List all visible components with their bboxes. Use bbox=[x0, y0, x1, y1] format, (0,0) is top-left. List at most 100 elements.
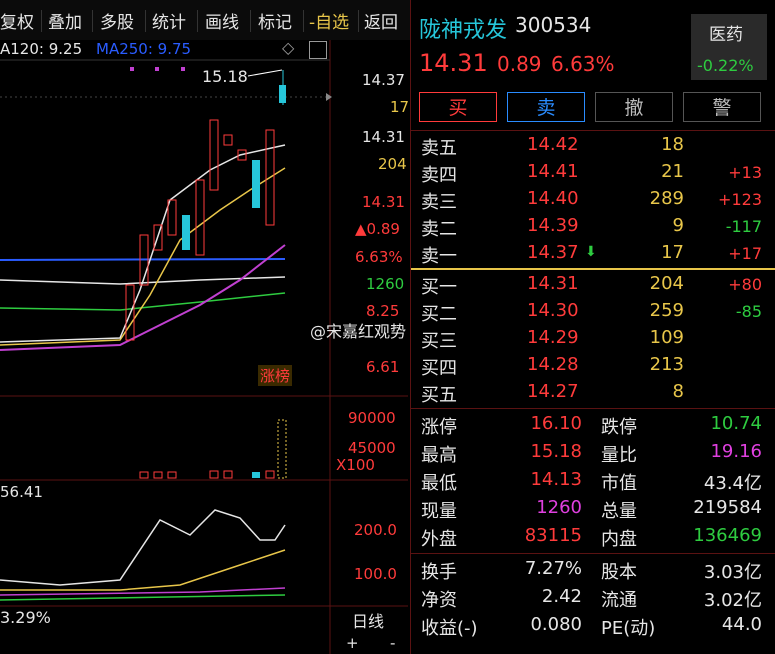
candles bbox=[125, 70, 286, 341]
order-delta: +13 bbox=[728, 163, 762, 182]
arrow-down-icon: ⬇ bbox=[585, 244, 597, 260]
order-price: 14.41 bbox=[527, 161, 579, 182]
order-row-sell2[interactable]: 卖二 14.39 9 -117 bbox=[411, 213, 775, 240]
cancel-button[interactable]: 撤 bbox=[595, 92, 673, 122]
order-row-buy1[interactable]: 买一 14.31 204 +80 bbox=[411, 271, 775, 298]
quote-panel: 陇神戎发 300534 14.31 0.89 6.63% 医药 -0.22% 买… bbox=[410, 0, 775, 654]
order-row-buy3[interactable]: 买三 14.29 109 bbox=[411, 325, 775, 352]
toolbar-stats[interactable]: 统计 bbox=[152, 8, 186, 33]
spread-divider bbox=[411, 268, 775, 270]
ma120-label: A120: 9.25 bbox=[0, 40, 83, 58]
order-row-sell5[interactable]: 卖五 14.42 18 bbox=[411, 132, 775, 159]
order-price: 14.31 bbox=[527, 273, 579, 294]
order-vol: 109 bbox=[649, 327, 684, 348]
zoom-out-button[interactable]: - bbox=[390, 634, 395, 652]
alert-button[interactable]: 警 bbox=[683, 92, 761, 122]
stat-value: 3.03亿 bbox=[703, 562, 762, 583]
order-label: 卖一 bbox=[421, 246, 457, 267]
stock-code: 300534 bbox=[515, 13, 592, 37]
order-delta: +123 bbox=[718, 190, 762, 209]
order-vol: 17 bbox=[661, 242, 684, 263]
order-vol: 18 bbox=[661, 134, 684, 155]
order-row-buy4[interactable]: 买四 14.28 213 bbox=[411, 352, 775, 379]
order-row-sell3[interactable]: 卖三 14.40 289 +123 bbox=[411, 186, 775, 213]
axis-tick-2: 6.61 bbox=[366, 358, 400, 376]
stat-label: 净资 bbox=[421, 590, 457, 611]
order-label: 卖二 bbox=[421, 219, 457, 240]
volume-axis-1: 90000 bbox=[348, 409, 396, 427]
stat-label: 流通 bbox=[601, 590, 637, 611]
stock-price: 14.31 bbox=[419, 49, 488, 77]
order-vol: 9 bbox=[672, 215, 684, 236]
stat-value: 19.16 bbox=[710, 441, 762, 462]
volume-unit: X100 bbox=[336, 456, 375, 474]
stat-value: 1260 bbox=[536, 497, 582, 518]
stat-label: 总量 bbox=[601, 501, 637, 522]
toolbar-mark[interactable]: 标记 bbox=[258, 8, 292, 33]
stat-label: 收益(-) bbox=[421, 618, 478, 639]
kline-chart bbox=[0, 40, 408, 654]
toolbar-overlay[interactable]: 叠加 bbox=[48, 8, 82, 33]
order-row-buy5[interactable]: 买五 14.27 8 bbox=[411, 379, 775, 406]
order-price: 14.27 bbox=[527, 381, 579, 402]
volume-axis-2: 45000 bbox=[348, 439, 396, 457]
stat-label: 量比 bbox=[601, 445, 637, 466]
order-delta: +17 bbox=[728, 244, 762, 263]
stat-row-outer: 外盘 83115 内盘 136469 bbox=[411, 523, 775, 550]
toolbar-add-watchlist[interactable]: -自选 bbox=[309, 8, 349, 33]
order-label: 卖四 bbox=[421, 165, 457, 186]
toolbar-fuquan[interactable]: 复权 bbox=[0, 8, 34, 33]
order-row-sell1[interactable]: 卖一 14.37 ⬇ 17 +17 bbox=[411, 240, 775, 267]
period-label[interactable]: 日线 bbox=[352, 608, 384, 632]
axis-price-3: 14.31 bbox=[362, 193, 405, 211]
buy-button[interactable]: 买 bbox=[419, 92, 497, 122]
zhangbang-badge[interactable]: 涨榜 bbox=[258, 365, 293, 386]
order-price: 14.40 bbox=[527, 188, 579, 209]
stat-label: 股本 bbox=[601, 562, 637, 583]
stat-label: 最低 bbox=[421, 473, 457, 494]
toolbar-multi-stock[interactable]: 多股 bbox=[100, 8, 134, 33]
panel-toggle-icon[interactable] bbox=[309, 41, 327, 59]
order-label: 卖五 bbox=[421, 138, 457, 159]
stat-label: 涨停 bbox=[421, 417, 457, 438]
order-vol: 213 bbox=[649, 354, 684, 375]
zoom-in-button[interactable]: + bbox=[346, 634, 359, 652]
stat-value: 14.13 bbox=[530, 469, 582, 490]
stock-change: 0.89 bbox=[497, 52, 542, 76]
stat-row-low: 最低 14.13 市值 43.4亿 bbox=[411, 467, 775, 494]
stat-label: 现量 bbox=[421, 501, 457, 522]
sector-pct: -0.22% bbox=[697, 56, 754, 75]
indicator-value: 56.41 bbox=[0, 483, 43, 501]
bottom-pct: 3.29% bbox=[0, 608, 51, 627]
order-label: 卖三 bbox=[421, 192, 457, 213]
diamond-icon[interactable]: ◇ bbox=[282, 38, 294, 57]
stat-value: 43.4亿 bbox=[703, 473, 762, 494]
order-label: 买五 bbox=[421, 385, 457, 406]
stat-value: 3.02亿 bbox=[703, 590, 762, 611]
axis-change: ▲0.89 bbox=[355, 220, 400, 238]
stat-value: 15.18 bbox=[530, 441, 582, 462]
order-row-sell4[interactable]: 卖四 14.41 21 +13 bbox=[411, 159, 775, 186]
indicator-axis-1: 200.0 bbox=[354, 521, 397, 539]
axis-vol-top: 17 bbox=[390, 98, 410, 116]
stat-row-net-assets: 净资 2.42 流通 3.02亿 bbox=[411, 584, 775, 611]
order-delta: -117 bbox=[725, 217, 762, 236]
stat-row-limit: 涨停 16.10 跌停 10.74 bbox=[411, 411, 775, 438]
stat-value: 2.42 bbox=[541, 586, 582, 607]
stat-label: PE(动) bbox=[601, 618, 656, 639]
toolbar-back[interactable]: 返回 bbox=[364, 8, 398, 33]
high-price-mark: 15.18 bbox=[202, 67, 248, 86]
stat-value: 44.0 bbox=[721, 614, 762, 635]
sector-name: 医药 bbox=[709, 25, 743, 45]
kline-chart-area[interactable]: A120: 9.25 MA250: 9.75 ◇ 15.18 14.37 17 … bbox=[0, 38, 410, 654]
toolbar-draw[interactable]: 画线 bbox=[205, 8, 239, 33]
sell-button[interactable]: 卖 bbox=[507, 92, 585, 122]
order-row-buy2[interactable]: 买二 14.30 259 -85 bbox=[411, 298, 775, 325]
stat-row-turnover: 换手 7.27% 股本 3.03亿 bbox=[411, 556, 775, 583]
stat-value: 7.27% bbox=[524, 558, 582, 579]
axis-price-2: 14.31 bbox=[362, 128, 405, 146]
indicator-axis-2: 100.0 bbox=[354, 565, 397, 583]
order-vol: 289 bbox=[649, 188, 684, 209]
stock-name: 陇神戎发 bbox=[419, 18, 508, 43]
sector-box[interactable]: 医药 -0.22% bbox=[691, 14, 767, 80]
